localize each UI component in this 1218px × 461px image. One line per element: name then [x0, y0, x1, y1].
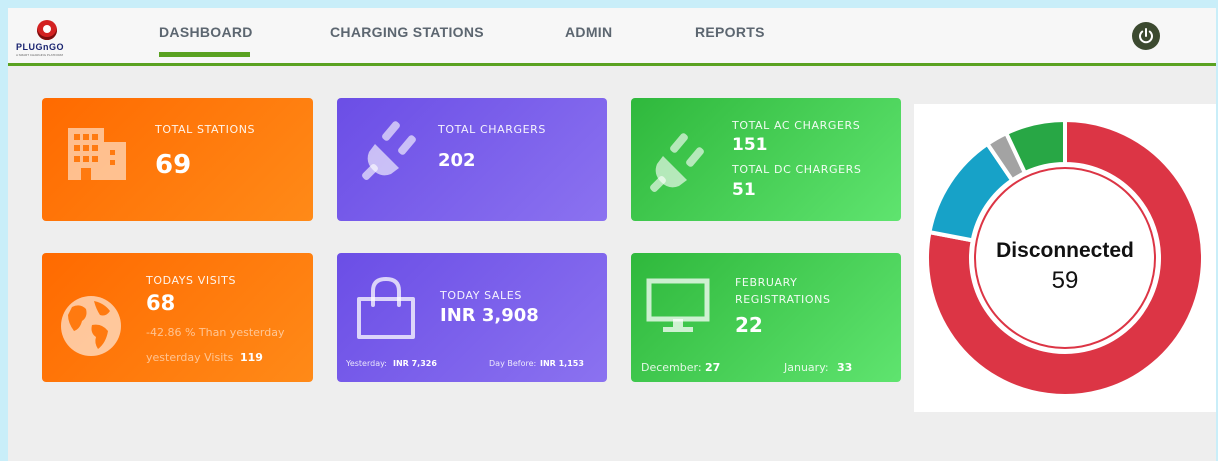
globe-icon	[61, 296, 121, 356]
todays-visits-value: 68	[146, 291, 176, 315]
nav-charging-stations[interactable]: CHARGING STATIONS	[330, 24, 484, 40]
registrations-january-label: January:	[784, 361, 829, 374]
power-button[interactable]	[1132, 22, 1160, 50]
registrations-january-value: 33	[837, 361, 853, 374]
registrations-month-label: FEBRUARY	[735, 276, 798, 289]
card-today-sales[interactable]: TODAY SALES INR 3,908 Yesterday: INR 7,3…	[337, 253, 607, 382]
sales-day-before-value: INR 1,153	[540, 359, 584, 368]
registrations-label: REGISTRATIONS	[735, 293, 831, 306]
sales-day-before-label: Day Before:	[489, 359, 537, 368]
card-total-stations[interactable]: TOTAL STATIONS 69	[42, 98, 313, 221]
status-donut-panel: Disconnected 59	[914, 104, 1216, 412]
registrations-december-label: December:	[641, 361, 702, 374]
card-registrations[interactable]: FEBRUARY REGISTRATIONS 22 December: 27 J…	[631, 253, 901, 382]
plug-icon	[362, 121, 416, 180]
card-todays-visits[interactable]: TODAYS VISITS 68 -42.86 % Than yesterday…	[42, 253, 313, 382]
nav-admin[interactable]: ADMIN	[565, 24, 612, 40]
sales-yesterday-value: INR 7,326	[393, 359, 437, 368]
dc-chargers-label: TOTAL DC CHARGERS	[732, 163, 862, 176]
brand-name: PLUGnGO	[16, 42, 64, 52]
card-total-chargers[interactable]: TOTAL CHARGERS 202	[337, 98, 607, 221]
today-sales-label: TODAY SALES	[440, 289, 522, 302]
todays-visits-label: TODAYS VISITS	[146, 274, 237, 287]
app-frame: PLUGnGO A SMART CHARGING PLATFORM DASHBO…	[8, 8, 1216, 461]
today-sales-value: INR 3,908	[440, 305, 539, 326]
brand-logo[interactable]: PLUGnGO A SMART CHARGING PLATFORM	[14, 18, 84, 58]
shopping-bag-icon	[357, 276, 415, 339]
nav-reports[interactable]: REPORTS	[695, 24, 765, 40]
plug-icon	[650, 133, 704, 192]
total-stations-value: 69	[155, 150, 192, 180]
sales-yesterday-label: Yesterday:	[346, 359, 387, 368]
visits-change-text: -42.86 % Than yesterday	[146, 326, 285, 339]
total-chargers-label: TOTAL CHARGERS	[438, 123, 547, 136]
ac-chargers-value: 151	[732, 135, 768, 155]
monitor-icon	[646, 278, 710, 332]
visits-yesterday-value: 119	[240, 351, 263, 364]
total-chargers-value: 202	[438, 150, 476, 171]
logo-mark-icon	[37, 20, 57, 40]
building-icon	[68, 128, 126, 180]
visits-yesterday-label: yesterday Visits	[146, 351, 234, 364]
total-stations-label: TOTAL STATIONS	[155, 123, 256, 136]
registrations-december-value: 27	[705, 361, 721, 374]
donut-title: Disconnected	[996, 239, 1134, 262]
power-icon	[1139, 28, 1153, 44]
top-navbar: PLUGnGO A SMART CHARGING PLATFORM DASHBO…	[8, 8, 1216, 66]
brand-tagline: A SMART CHARGING PLATFORM	[16, 53, 64, 57]
ac-chargers-label: TOTAL AC CHARGERS	[732, 119, 861, 132]
registrations-value: 22	[735, 313, 763, 337]
card-ac-dc-chargers[interactable]: TOTAL AC CHARGERS 151 TOTAL DC CHARGERS …	[631, 98, 901, 221]
donut-count: 59	[1051, 267, 1079, 294]
nav-dashboard[interactable]: DASHBOARD	[159, 24, 253, 57]
dc-chargers-value: 51	[732, 180, 756, 200]
